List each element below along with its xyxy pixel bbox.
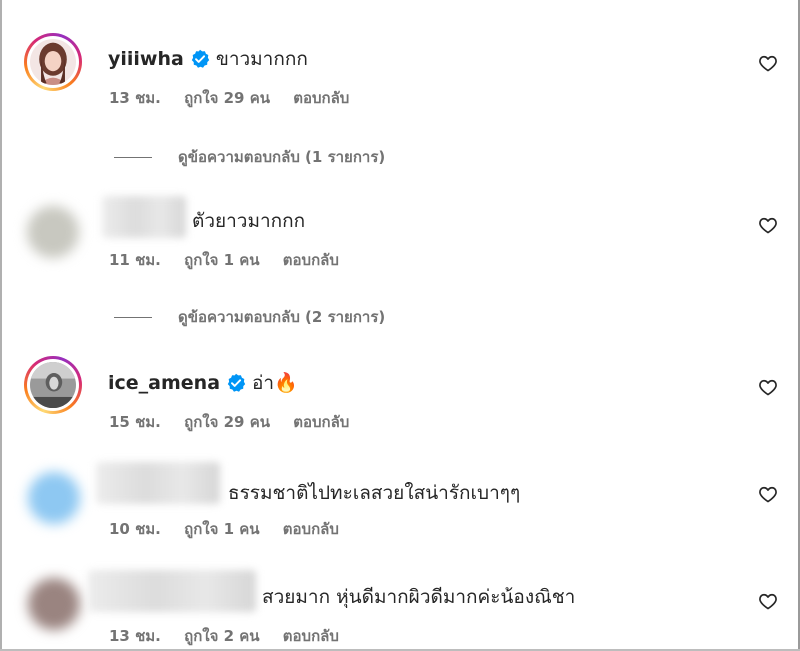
username-link[interactable]: ice_amena [108,372,220,394]
reply-button[interactable]: ตอบกลับ [283,520,339,538]
replies-divider [114,156,152,158]
heart-icon[interactable] [758,215,778,235]
username-link[interactable] [102,196,186,238]
like-count[interactable]: ถูกใจ 29 คน [184,413,270,431]
comment-line: ธรรมชาติไปทะเลสวยใสน่ารักเบาๆๆ [228,478,520,508]
window-left-border [0,0,2,651]
like-count[interactable]: ถูกใจ 2 คน [184,627,259,645]
avatar[interactable] [24,33,82,91]
avatar[interactable] [28,578,80,630]
comment-text: สวยมาก หุ่นดีมากผิวดีมากค่ะน้องณิชา [262,586,576,608]
avatar[interactable] [28,472,80,524]
reply-button[interactable]: ตอบกลับ [283,627,339,645]
comment-time[interactable]: 13 ชม. [109,89,161,107]
comment-meta: 13 ชม. ถูกใจ 2 คน ตอบกลับ [109,624,357,648]
like-count[interactable]: ถูกใจ 1 คน [184,520,259,538]
comment-meta: 11 ชม. ถูกใจ 1 คน ตอบกลับ [109,248,357,272]
replies-divider [114,316,152,318]
comment-meta: 13 ชม. ถูกใจ 29 คน ตอบกลับ [109,86,367,110]
view-replies-label: ดูข้อความตอบกลับ (2 รายการ) [178,308,386,326]
reply-button[interactable]: ตอบกลับ [283,251,339,269]
reply-button[interactable]: ตอบกลับ [293,89,349,107]
comment-time[interactable]: 13 ชม. [109,627,161,645]
comment-meta: 10 ชม. ถูกใจ 1 คน ตอบกลับ [109,517,357,541]
comment-line: ตัวยาวมากกก [192,206,305,236]
username-link[interactable] [88,570,256,612]
heart-icon[interactable] [758,591,778,611]
heart-icon[interactable] [758,484,778,504]
username-link[interactable] [96,462,220,504]
view-replies-button[interactable]: ดูข้อความตอบกลับ (1 รายการ) [114,145,385,169]
avatar[interactable] [27,206,79,258]
like-count[interactable]: ถูกใจ 29 คน [184,89,270,107]
comment-line: yiiiwha ขาวมากกก [108,44,308,74]
comment-text: ธรรมชาติไปทะเลสวยใสน่ารักเบาๆๆ [228,482,521,504]
comment-text: อ่า🔥 [252,372,298,394]
avatar[interactable] [24,356,82,414]
verified-badge-icon [226,373,246,393]
comment-meta: 15 ชม. ถูกใจ 29 คน ตอบกลับ [109,410,367,434]
comment-time[interactable]: 10 ชม. [109,520,161,538]
like-count[interactable]: ถูกใจ 1 คน [184,251,259,269]
view-replies-button[interactable]: ดูข้อความตอบกลับ (2 รายการ) [114,305,385,329]
view-replies-label: ดูข้อความตอบกลับ (1 รายการ) [178,148,386,166]
verified-badge-icon [190,49,210,69]
comment-line: สวยมาก หุ่นดีมากผิวดีมากค่ะน้องณิชา [262,582,575,612]
comment-time[interactable]: 15 ชม. [109,413,161,431]
comment-text: ตัวยาวมากกก [192,210,306,232]
heart-icon[interactable] [758,377,778,397]
heart-icon[interactable] [758,53,778,73]
username-link[interactable]: yiiiwha [108,48,184,70]
reply-button[interactable]: ตอบกลับ [293,413,349,431]
comment-line: ice_amena อ่า🔥 [108,368,298,398]
comment-time[interactable]: 11 ชม. [109,251,161,269]
comment-text: ขาวมากกก [215,48,308,70]
